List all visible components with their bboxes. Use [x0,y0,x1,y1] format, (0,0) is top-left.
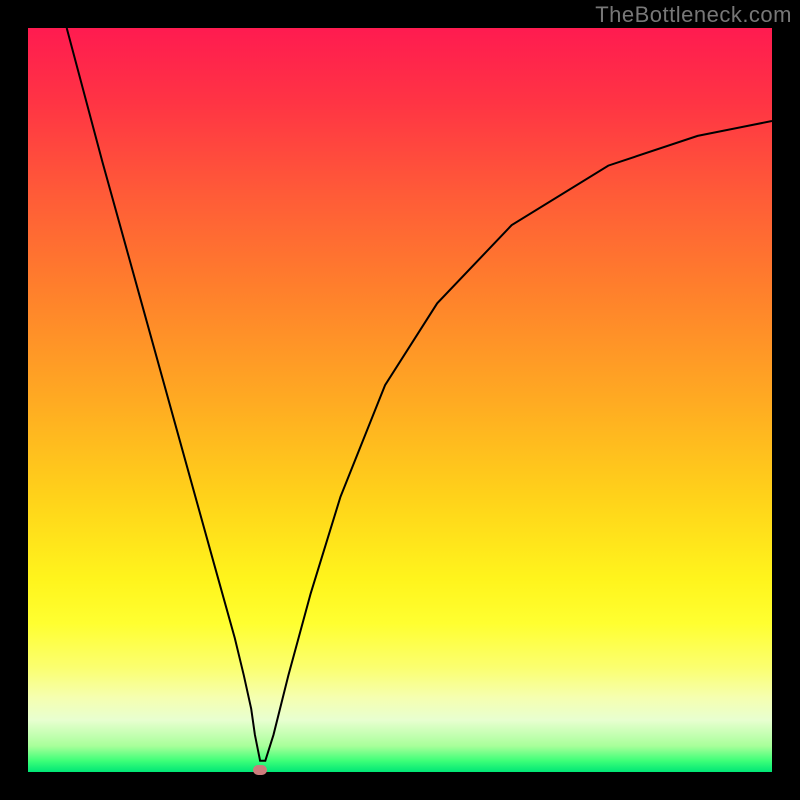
chart-container: TheBottleneck.com [0,0,800,800]
plot-area [28,28,772,772]
optimal-point-marker [253,765,267,775]
curve-path [67,28,772,761]
watermark-text: TheBottleneck.com [595,2,792,28]
bottleneck-curve [28,28,772,772]
